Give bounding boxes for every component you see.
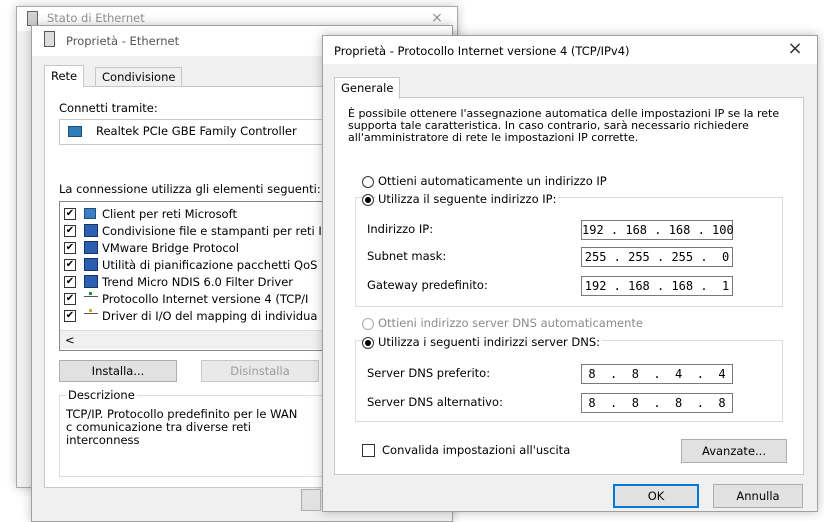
window-icon (44, 31, 55, 47)
alternate-dns-field[interactable]: 8 . 8 . 8 . 8 (581, 393, 733, 413)
item-label: Client per reti Microsoft (102, 207, 237, 221)
adapter-name: Realtek PCIe GBE Family Controller (96, 124, 297, 138)
manual-dns-radio[interactable] (362, 337, 374, 349)
ok-button[interactable]: OK (613, 484, 699, 508)
close-icon[interactable]: × (785, 39, 805, 59)
advanced-button[interactable]: Avanzate... (681, 439, 787, 463)
item-label: Trend Micro NDIS 6.0 Filter Driver (102, 275, 294, 289)
description-label: Descrizione (66, 388, 137, 402)
generale-panel: È possibile ottenere l'assegnazione auto… (334, 97, 804, 475)
status-window-title: Stato di Ethernet (47, 11, 145, 25)
gateway-field[interactable]: 192 . 168 . 168 . 1 (581, 276, 733, 296)
network-adapter-icon (68, 126, 82, 137)
service-icon (84, 275, 98, 288)
item-checkbox[interactable]: ✔ (64, 208, 76, 220)
install-button[interactable]: Installa... (59, 360, 177, 382)
item-checkbox[interactable]: ✔ (64, 276, 76, 288)
uninstall-button[interactable]: Disinstalla (201, 360, 319, 382)
tcp-icon (84, 309, 98, 317)
item-label: Utilità di pianificazione pacchetti QoS (102, 258, 318, 272)
description-text: TCP/IP. Protocollo predefinito per le WA… (66, 407, 298, 447)
mask-label: Subnet mask: (367, 249, 447, 263)
item-label: Condivisione file e stampanti per reti I (102, 224, 322, 238)
item-checkbox[interactable]: ✔ (64, 310, 76, 322)
window-icon (27, 11, 38, 26)
items-label: La connessione utilizza gli elementi seg… (59, 182, 321, 196)
ipv4-window-title: Proprietà - Protocollo Internet versione… (334, 44, 630, 58)
protocol-icon (84, 241, 98, 254)
item-label: Protocollo Internet versione 4 (TCP/I (102, 292, 309, 306)
preferred-dns-field[interactable]: 8 . 8 . 4 . 4 (581, 364, 733, 384)
item-label: VMware Bridge Protocol (102, 241, 239, 255)
item-checkbox[interactable]: ✔ (64, 225, 76, 237)
dns1-label: Server DNS preferito: (367, 366, 491, 380)
ip-address-field[interactable]: 192 . 168 . 168 . 100 (581, 220, 734, 240)
ip-label: Indirizzo IP: (367, 222, 434, 236)
connect-label: Connetti tramite: (59, 101, 158, 115)
dns2-label: Server DNS alternativo: (367, 395, 503, 409)
auto-ip-radio[interactable] (362, 176, 374, 188)
item-label: Driver di I/O del mapping di individua (102, 309, 318, 323)
tcp-icon (84, 292, 98, 300)
service-icon (84, 258, 98, 271)
ethernet-ok-button[interactable] (301, 489, 321, 511)
subnet-mask-field[interactable]: 255 . 255 . 255 . 0 (581, 247, 733, 267)
item-checkbox[interactable]: ✔ (64, 293, 76, 305)
gateway-label: Gateway predefinito: (367, 278, 488, 292)
validate-checkbox[interactable] (362, 444, 375, 457)
cancel-button[interactable]: Annulla (713, 484, 803, 508)
manual-dns-label[interactable]: Utilizza i seguenti indirizzi server DNS… (376, 335, 603, 349)
scroll-left-icon[interactable]: < (65, 333, 75, 347)
auto-dns-label[interactable]: Ottieni indirizzo server DNS automaticam… (378, 316, 643, 330)
ipv4-window-titlebar: Proprietà - Protocollo Internet versione… (323, 36, 817, 64)
validate-label[interactable]: Convalida impostazioni all'uscita (382, 443, 570, 457)
ipv4-properties-window: Proprietà - Protocollo Internet versione… (322, 35, 818, 512)
service-icon (84, 224, 98, 237)
network-client-icon (84, 208, 96, 219)
auto-ip-label[interactable]: Ottieni automaticamente un indirizzo IP (378, 174, 607, 188)
tab-condivisione[interactable]: Condivisione (95, 67, 183, 86)
manual-ip-label[interactable]: Utilizza il seguente indirizzo IP: (376, 192, 559, 206)
item-checkbox[interactable]: ✔ (64, 242, 76, 254)
manual-ip-radio[interactable] (362, 194, 374, 206)
auto-dns-radio[interactable] (362, 318, 374, 330)
tab-rete[interactable]: Rete (44, 65, 85, 87)
item-checkbox[interactable]: ✔ (64, 259, 76, 271)
intro-text: È possibile ottenere l'assegnazione auto… (348, 107, 780, 144)
ethernet-window-title: Proprietà - Ethernet (66, 34, 180, 48)
tab-generale[interactable]: Generale (334, 77, 401, 99)
